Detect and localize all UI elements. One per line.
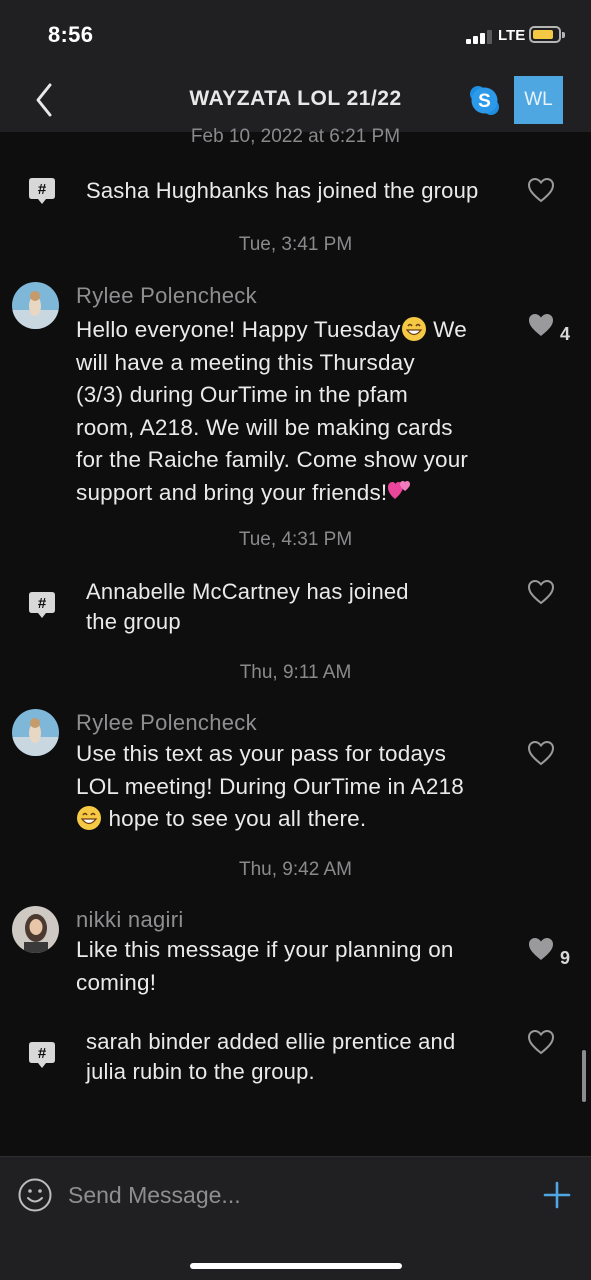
smiley-icon <box>18 1178 52 1212</box>
skype-call-button[interactable]: S <box>469 85 500 116</box>
plus-icon <box>543 1181 571 1209</box>
message-text: Hello everyone! Happy Tuesday We will ha… <box>76 316 469 505</box>
status-time: 8:56 <box>48 22 94 47</box>
svg-text:S: S <box>478 91 491 112</box>
avatar[interactable] <box>12 282 59 329</box>
like-heart-outline-icon[interactable] <box>527 1029 555 1055</box>
like-heart-outline-icon[interactable] <box>527 740 555 766</box>
message-input[interactable] <box>68 1173 508 1217</box>
svg-text:#: # <box>38 181 47 198</box>
message-text: Use this text as your pass for todays LO… <box>76 741 465 831</box>
signal-icon <box>466 30 494 44</box>
system-message-text: sarah binder added ellie prentice and ju… <box>86 1029 456 1084</box>
timestamp: Thu, 9:11 AM <box>239 662 352 683</box>
system-message-icon: # <box>28 590 56 620</box>
like-count: 9 <box>560 948 571 968</box>
system-message-text: Annabelle McCartney has joined the group <box>86 579 409 634</box>
avatar[interactable] <box>12 709 59 756</box>
message-text: Like this message if your planning on co… <box>76 937 454 995</box>
group-avatar[interactable]: WL <box>514 76 563 124</box>
like-count: 4 <box>560 324 571 344</box>
timestamp: Feb 10, 2022 at 6:21 PM <box>190 126 401 147</box>
timestamp: Tue, 3:41 PM <box>238 234 353 255</box>
network-label: LTE <box>498 27 526 44</box>
message-composer <box>0 1156 591 1280</box>
system-message-icon: # <box>28 1040 56 1070</box>
system-message-icon: # <box>28 176 56 206</box>
scrollbar[interactable] <box>582 1050 586 1102</box>
sender-name: Rylee Polencheck <box>76 710 257 735</box>
like-heart-outline-icon[interactable] <box>527 579 555 605</box>
timestamp: Thu, 9:42 AM <box>238 859 352 880</box>
sender-name: Rylee Polencheck <box>76 283 257 308</box>
home-indicator[interactable] <box>190 1263 402 1269</box>
avatar[interactable] <box>12 906 59 953</box>
attach-button[interactable] <box>543 1181 571 1209</box>
top-bar: 8:56 LTE WAYZATA LOL 21/22 S WL <box>0 0 591 132</box>
battery-icon <box>529 26 565 43</box>
sender-name: nikki nagiri <box>76 907 184 932</box>
grinning-emoji-icon <box>401 316 427 342</box>
grinning-emoji-icon <box>76 805 102 831</box>
like-heart-filled-icon[interactable] <box>527 936 555 962</box>
group-title[interactable]: WAYZATA LOL 21/22 <box>0 87 591 111</box>
like-heart-outline-icon[interactable] <box>527 177 555 203</box>
svg-text:#: # <box>38 1045 47 1062</box>
two-hearts-emoji-icon <box>387 479 413 505</box>
system-message-text: Sasha Hughbanks has joined the group <box>86 178 479 203</box>
like-heart-filled-icon[interactable] <box>527 312 555 338</box>
svg-text:#: # <box>38 595 47 612</box>
skype-icon: S <box>470 86 499 115</box>
emoji-picker-button[interactable] <box>18 1178 52 1212</box>
timestamp: Tue, 4:31 PM <box>238 529 353 550</box>
